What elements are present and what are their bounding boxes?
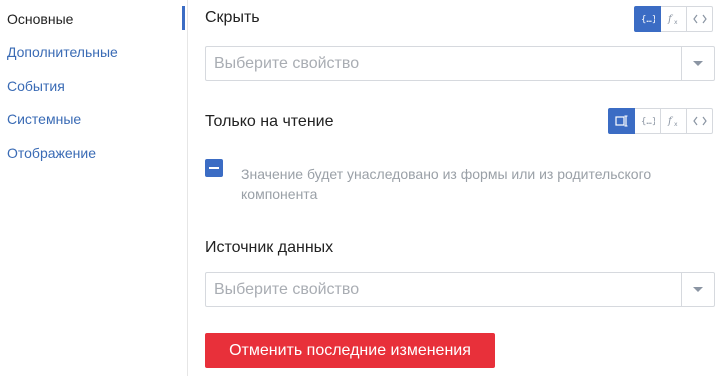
- active-indicator: [182, 6, 185, 30]
- sidebar-divider: [187, 0, 188, 376]
- sidebar-item-basic[interactable]: Основные: [7, 11, 73, 27]
- hide-mode-toolbar: {…} fx: [634, 6, 713, 32]
- svg-text:{…}: {…}: [641, 15, 655, 24]
- hide-label: Скрыть: [205, 9, 260, 26]
- hide-property-select[interactable]: Выберите свойство: [205, 46, 715, 81]
- svg-text:{…}: {…}: [641, 117, 655, 126]
- code-icon[interactable]: [687, 6, 713, 32]
- indeterminate-icon: [209, 167, 219, 169]
- datasource-select-placeholder: Выберите свойство: [214, 281, 360, 298]
- binding-icon[interactable]: {…}: [635, 108, 661, 134]
- formula-icon[interactable]: fx: [661, 6, 687, 32]
- reset-changes-button[interactable]: Отменить последние изменения: [205, 333, 495, 368]
- svg-text:x: x: [674, 121, 678, 127]
- code-icon[interactable]: [687, 108, 713, 134]
- sidebar-item-additional[interactable]: Дополнительные: [7, 44, 118, 60]
- formula-icon[interactable]: fx: [661, 108, 687, 134]
- svg-text:x: x: [674, 19, 678, 25]
- readonly-label: Только на чтение: [205, 113, 334, 130]
- sidebar-item-events[interactable]: События: [7, 78, 65, 94]
- binding-icon[interactable]: {…}: [634, 6, 661, 32]
- datasource-label: Источник данных: [205, 239, 334, 256]
- readonly-checkbox[interactable]: [205, 159, 223, 177]
- svg-text:f: f: [667, 116, 674, 127]
- svg-text:f: f: [667, 14, 674, 25]
- toggle-icon[interactable]: [608, 108, 635, 134]
- sidebar-item-system[interactable]: Системные: [7, 111, 81, 127]
- sidebar: Основные Дополнительные События Системны…: [0, 0, 182, 376]
- readonly-hint: Значение будет унаследовано из формы или…: [241, 166, 652, 202]
- chevron-down-icon: [693, 61, 703, 66]
- datasource-property-select[interactable]: Выберите свойство: [205, 272, 715, 307]
- datasource-select-toggle[interactable]: [681, 273, 714, 306]
- readonly-mode-toolbar: {…} fx: [608, 108, 713, 134]
- sidebar-item-display[interactable]: Отображение: [7, 145, 96, 161]
- hide-select-placeholder: Выберите свойство: [214, 55, 360, 72]
- chevron-down-icon: [693, 287, 703, 292]
- hide-select-toggle[interactable]: [681, 47, 714, 80]
